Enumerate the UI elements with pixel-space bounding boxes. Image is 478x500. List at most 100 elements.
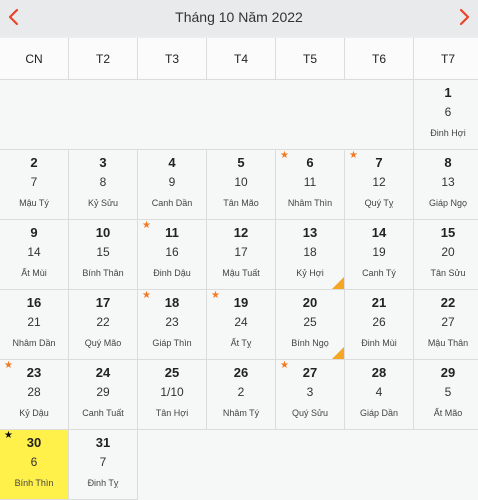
day-cell[interactable]: 21 26 Đinh Mùi [345,290,414,360]
day-cell[interactable]: ★ 7 12 Quý Tỵ [345,150,414,220]
empty-day-cell [207,80,276,150]
day-cell[interactable]: ★ 27 3 Quý Sửu [276,360,345,430]
lunar-date: 18 [303,245,317,259]
canchi-label: Bính Thân [82,268,124,278]
day-cell[interactable]: 20 25 Bính Ngọ [276,290,345,360]
day-cell[interactable]: 8 13 Giáp Ngọ [414,150,478,220]
day-number: 5 [237,155,245,170]
day-cell[interactable]: ★ 23 28 Kỷ Dậu [0,360,69,430]
lunar-date: 26 [372,315,386,329]
canchi-label: Ất Tỵ [230,338,252,348]
calendar-header: Tháng 10 Năm 2022 [0,0,478,36]
lunar-date: 7 [99,455,107,469]
day-number: 10 [95,225,111,240]
day-cell[interactable]: 22 27 Mậu Thân [414,290,478,360]
day-cell[interactable]: 13 18 Kỷ Hợi [276,220,345,290]
lunar-date: 12 [372,175,386,189]
day-number: 30 [26,435,42,450]
canchi-label: Tân Mão [223,198,259,208]
day-cell[interactable]: 17 22 Quý Mão [69,290,138,360]
day-number: 6 [306,155,314,170]
day-cell[interactable]: 9 14 Ất Mùi [0,220,69,290]
day-number: 27 [302,365,318,380]
empty-day-cell [345,80,414,150]
day-number: 31 [95,435,111,450]
canchi-label: Quý Mão [84,338,122,348]
canchi-label: Nhâm Thìn [287,198,333,208]
day-cell[interactable]: ★ 11 16 Đinh Dậu [138,220,207,290]
lunar-date: 19 [372,245,386,259]
canchi-label: Tân Hợi [155,408,189,418]
lunar-date: 6 [444,105,452,119]
day-cell-today[interactable]: ★ 30 6 Bính Thìn [0,430,69,500]
day-number: 16 [26,295,42,310]
day-cell[interactable]: ★ 6 11 Nhâm Thìn [276,150,345,220]
day-number: 19 [233,295,249,310]
day-cell[interactable]: 24 29 Canh Tuất [69,360,138,430]
day-number: 28 [371,365,387,380]
day-cell[interactable]: ★ 19 24 Ất Tỵ [207,290,276,360]
lunar-date: 21 [27,315,41,329]
day-cell[interactable]: 5 10 Tân Mão [207,150,276,220]
lunar-date: 17 [234,245,248,259]
lunar-date: 13 [441,175,455,189]
lunar-date: 29 [96,385,110,399]
weekday-header: T2 [69,38,138,80]
lunar-date: 10 [234,175,248,189]
canchi-label: Tân Sửu [430,268,466,278]
lunar-date: 2 [237,385,245,399]
lunar-date: 7 [30,175,38,189]
day-number: 15 [440,225,456,240]
day-cell[interactable]: 16 21 Nhâm Dần [0,290,69,360]
weekday-header: T3 [138,38,207,80]
lunar-date: 8 [99,175,107,189]
canchi-label: Giáp Ngọ [428,198,468,208]
day-number: 12 [233,225,249,240]
day-cell[interactable]: 2 7 Mậu Tý [0,150,69,220]
day-number: 18 [164,295,180,310]
day-number: 14 [371,225,387,240]
empty-day-cell [0,80,69,150]
day-cell[interactable]: 10 15 Bính Thân [69,220,138,290]
weekday-header: T7 [414,38,478,80]
canchi-label: Đinh Mùi [361,338,397,348]
lunar-date: 15 [96,245,110,259]
canchi-label: Mậu Tuất [222,268,260,278]
canchi-label: Đinh Hợi [430,128,466,138]
weekday-header: CN [0,38,69,80]
calendar-grid: CN T2 T3 T4 T5 T6 T7 1 6 Đinh Hợi 2 7 Mậu Tý 3… [0,38,478,500]
canchi-label: Giáp Thìn [152,338,192,348]
weekday-header: T5 [276,38,345,80]
lunar-date: 22 [96,315,110,329]
lunar-date: 20 [441,245,455,259]
canchi-label: Canh Dần [151,198,193,208]
lunar-date: 3 [306,385,314,399]
lunar-date: 4 [375,385,383,399]
day-number: 11 [165,225,179,240]
day-number: 2 [30,155,38,170]
weekday-header: T4 [207,38,276,80]
day-cell[interactable]: 4 9 Canh Dần [138,150,207,220]
day-cell[interactable]: ★ 18 23 Giáp Thìn [138,290,207,360]
canchi-label: Kỷ Dậu [19,408,49,418]
day-cell[interactable]: 28 4 Giáp Dần [345,360,414,430]
day-number: 1 [444,85,452,100]
day-cell[interactable]: 25 1/10 Tân Hợi [138,360,207,430]
lunar-date: 27 [441,315,455,329]
canchi-label: Ất Mão [433,408,463,418]
day-cell[interactable]: 29 5 Ất Mão [414,360,478,430]
lunar-date: 9 [168,175,176,189]
day-cell[interactable]: 31 7 Đinh Tỵ [69,430,138,500]
lunar-date: 1/10 [160,385,184,399]
day-cell[interactable]: 12 17 Mậu Tuất [207,220,276,290]
day-cell[interactable]: 1 6 Đinh Hợi [414,80,478,150]
canchi-label: Nhâm Dần [12,338,56,348]
canchi-label: Quý Sửu [291,408,329,418]
day-cell[interactable]: 15 20 Tân Sửu [414,220,478,290]
day-cell[interactable]: 3 8 Kỷ Sửu [69,150,138,220]
day-cell[interactable]: 26 2 Nhâm Tý [207,360,276,430]
lunar-date: 28 [27,385,41,399]
event-corner-icon [332,347,344,359]
day-cell[interactable]: 14 19 Canh Tý [345,220,414,290]
next-month-chevron-icon[interactable] [455,6,473,28]
